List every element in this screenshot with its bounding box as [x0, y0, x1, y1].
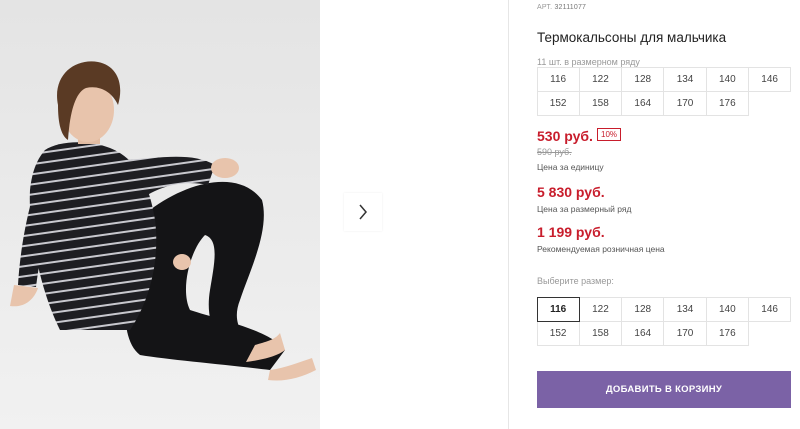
size-row-cell: 140 [705, 66, 749, 92]
size-option-176[interactable]: 176 [705, 320, 749, 346]
size-row-cell: 116 [536, 66, 580, 92]
article-label: АРТ. [537, 4, 553, 11]
row-price: 5 830 руб. [537, 184, 605, 200]
size-row-cell: 176 [705, 90, 749, 116]
size-row-cell: 170 [663, 90, 707, 116]
product-title: Термокальсоны для мальчика [537, 30, 727, 45]
product-gallery [0, 0, 508, 429]
retail-price-label: Рекомендуемая розничная цена [537, 244, 665, 254]
size-option-122[interactable]: 122 [578, 296, 623, 322]
size-option-140[interactable]: 140 [705, 296, 749, 322]
discount-badge: 10% [597, 128, 622, 141]
size-option-128[interactable]: 128 [621, 296, 665, 322]
size-select-label: Выберите размер: [537, 276, 614, 286]
product-photo [0, 0, 320, 429]
old-price: 590 руб. [537, 147, 572, 157]
size-row-note: 11 шт. в размерном ряду [537, 57, 640, 67]
article-value: 32111077 [554, 4, 587, 11]
row-price-label: Цена за размерный ряд [537, 204, 632, 214]
size-option-116[interactable]: 116 [536, 296, 580, 322]
retail-price: 1 199 руб. [537, 224, 605, 240]
size-row-cell: 158 [578, 90, 623, 116]
size-selector: 116 122 128 134 140 146 152 158 164 170 176 [536, 296, 792, 346]
size-option-164[interactable]: 164 [621, 320, 665, 346]
panel-divider [508, 0, 509, 429]
size-row-cell: 134 [663, 66, 707, 92]
size-row-cell: 146 [747, 66, 792, 92]
product-info-panel: АРТ. 32111077 Термокальсоны для мальчика… [536, 0, 800, 429]
size-row-cell: 152 [536, 90, 580, 116]
size-row-grid: 116 122 128 134 140 146 152 158 164 170 176 [536, 66, 792, 116]
size-option-170[interactable]: 170 [663, 320, 707, 346]
size-option-152[interactable]: 152 [536, 320, 580, 346]
size-row-cell: 164 [621, 90, 665, 116]
article-number: АРТ. 32111077 [537, 4, 586, 11]
chevron-right-icon [359, 204, 367, 220]
add-to-cart-button[interactable]: ДОБАВИТЬ В КОРЗИНУ [537, 371, 791, 408]
size-option-158[interactable]: 158 [578, 320, 623, 346]
size-option-134[interactable]: 134 [663, 296, 707, 322]
size-row-cell: 128 [621, 66, 665, 92]
size-option-146[interactable]: 146 [747, 296, 792, 322]
unit-price-label: Цена за единицу [537, 162, 604, 172]
gallery-next-button[interactable] [344, 193, 382, 231]
unit-price: 530 руб. [537, 128, 593, 144]
size-row-cell: 122 [578, 66, 623, 92]
